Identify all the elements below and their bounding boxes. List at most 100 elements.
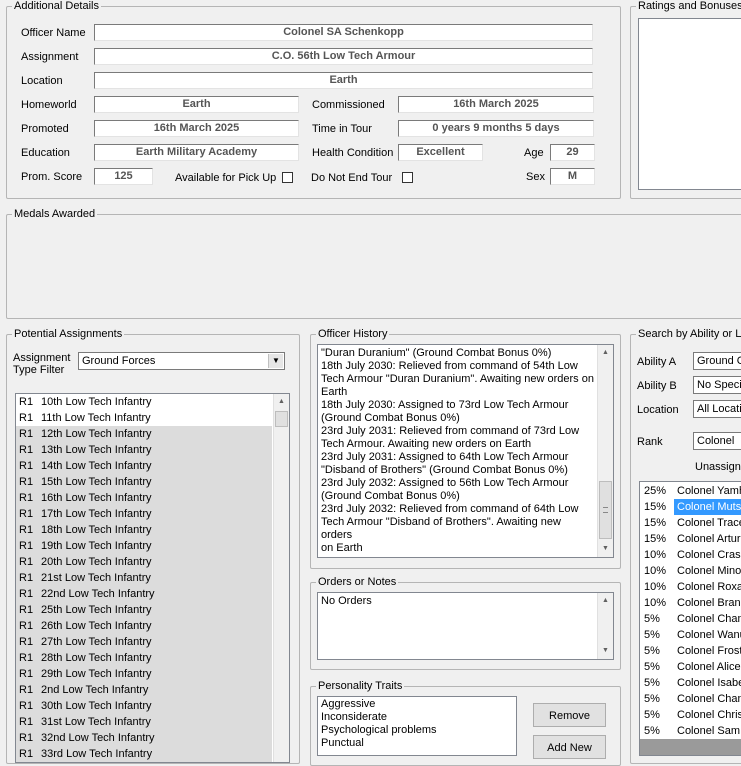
candidate-row[interactable]: 15% Colonel Mutsu [640,499,741,515]
candidate-percent: 10% [644,581,667,593]
assignment-name: 11th Low Tech Infantry [41,412,151,424]
candidate-row[interactable]: 5% Colonel Chang [640,691,741,707]
assignment-row[interactable]: R1 2nd Low Tech Infantry [16,682,272,698]
assignment-row[interactable]: R1 14th Low Tech Infantry [16,458,272,474]
candidate-row[interactable]: 10% Colonel Crass [640,547,741,563]
trait-item[interactable]: Inconsiderate [319,711,437,724]
rank-select[interactable]: Colonel [693,432,741,450]
assignment-row[interactable]: R1 28th Low Tech Infantry [16,650,272,666]
assignment-row[interactable]: R1 11th Low Tech Infantry [16,410,272,426]
assignment-code: R1 [19,636,34,648]
potential-assignments-list[interactable]: R1 10th Low Tech Infantry R1 11th Low Tech … [15,393,290,763]
promoted-field: 16th March 2025 [94,120,299,137]
assignment-code: R1 [19,604,34,616]
trait-item[interactable]: Aggressive [319,698,437,711]
scroll-up-icon[interactable]: ▲ [598,345,613,361]
location-label: Location [21,75,63,87]
assignment-row[interactable]: R1 15th Low Tech Infantry [16,474,272,490]
candidate-name: Colonel Wanu [677,629,741,641]
assignment-type-filter[interactable]: Ground Forces ▼ [78,352,285,370]
ability-b-value: No Speci [697,379,741,391]
not-end-tour-label: Do Not End Tour [311,172,393,184]
assignment-row[interactable]: R1 33rd Low Tech Infantry [16,746,272,762]
scroll-up-icon[interactable]: ▲ [274,394,289,410]
ratings-list[interactable] [638,18,741,190]
candidate-list[interactable]: 25% Colonel Yamh 15% Colonel Mutsu 15% Colone… [639,481,741,756]
assignment-name: 22nd Low Tech Infantry [41,588,155,600]
assignment-row[interactable]: R1 18th Low Tech Infantry [16,522,272,538]
commissioned-field: 16th March 2025 [398,96,594,113]
homeworld-field: Earth [94,96,299,113]
assignment-row[interactable]: R1 16th Low Tech Infantry [16,490,272,506]
candidate-name: Colonel Chang [677,693,741,705]
assignment-row[interactable]: R1 13th Low Tech Infantry [16,442,272,458]
candidate-row[interactable]: 5% Colonel Isabe [640,675,741,691]
candidate-percent: 5% [644,693,660,705]
time-in-tour-label: Time in Tour [312,123,372,135]
assignment-row[interactable]: R1 25th Low Tech Infantry [16,602,272,618]
search-location-select[interactable]: All Locatio [693,400,741,418]
trait-item[interactable]: Punctual [319,737,437,750]
trait-item[interactable]: Psychological problems [319,724,437,737]
candidate-row[interactable]: 10% Colonel Roxar [640,579,741,595]
ratings-group: Ratings and Bonuses [630,0,741,199]
assignments-scrollbar[interactable]: ▲ [273,394,289,762]
officer-history-title: Officer History [316,328,390,341]
add-new-trait-button[interactable]: Add New [533,735,606,759]
candidate-row[interactable]: 25% Colonel Yamh [640,483,741,499]
search-location-label: Location [637,404,679,416]
history-scrollbar[interactable]: ▲ ▼ [597,345,613,557]
candidate-row[interactable]: 5% Colonel Alice [640,659,741,675]
pickup-checkbox[interactable] [282,172,293,183]
assignment-field: C.O. 56th Low Tech Armour [94,48,593,65]
assignment-row[interactable]: R1 17th Low Tech Infantry [16,506,272,522]
assignment-row[interactable]: R1 31st Low Tech Infantry [16,714,272,730]
assignment-name: 28th Low Tech Infantry [41,652,152,664]
candidate-name: Colonel Crass [677,549,741,561]
candidate-name: Colonel Isabe [677,677,741,689]
scroll-down-icon[interactable]: ▼ [598,541,613,557]
assignment-row[interactable]: R1 12th Low Tech Infantry [16,426,272,442]
remove-trait-button[interactable]: Remove [533,703,606,727]
assignment-row[interactable]: R1 10th Low Tech Infantry [16,394,272,410]
candidate-row[interactable]: 5% Colonel Wanu [640,627,741,643]
candidate-percent: 5% [644,629,660,641]
scroll-thumb[interactable] [275,411,288,427]
officer-history-text[interactable]: "Duran Duranium" (Ground Combat Bonus 0%… [317,344,614,558]
candidate-row[interactable]: 5% Colonel Cham [640,611,741,627]
assignment-row[interactable]: R1 32nd Low Tech Infantry [16,730,272,746]
assignment-row[interactable]: R1 27th Low Tech Infantry [16,634,272,650]
candidate-percent: 5% [644,677,660,689]
candidate-row[interactable]: 5% Colonel Sam B [640,723,741,739]
candidate-row[interactable]: 10% Colonel Minor [640,563,741,579]
assignment-row[interactable]: R1 21st Low Tech Infantry [16,570,272,586]
orders-textarea[interactable]: No Orders ▲ ▼ [317,592,614,660]
orders-text: No Orders [321,595,372,607]
scroll-up-icon[interactable]: ▲ [598,593,613,609]
personality-traits-list[interactable]: Aggressive Inconsiderate Psychological pro… [317,696,517,756]
scroll-down-icon[interactable]: ▼ [598,643,613,659]
ability-a-select[interactable]: Ground C [693,352,741,370]
assignment-name: 17th Low Tech Infantry [41,508,152,520]
candidate-row[interactable]: 15% Colonel Trace [640,515,741,531]
candidate-row[interactable]: 10% Colonel Brand [640,595,741,611]
additional-details-title: Additional Details [12,0,101,13]
candidate-row[interactable]: 5% Colonel Christ [640,707,741,723]
assignment-row[interactable]: R1 30th Low Tech Infantry [16,698,272,714]
assignment-row[interactable]: R1 22nd Low Tech Infantry [16,586,272,602]
assignment-row[interactable]: R1 19th Low Tech Infantry [16,538,272,554]
candidate-row[interactable]: 15% Colonel Arturo [640,531,741,547]
assignment-row[interactable]: R1 26th Low Tech Infantry [16,618,272,634]
candidate-row[interactable]: 5% Colonel Froste [640,643,741,659]
assignment-filter-label-1: Assignment [13,352,71,364]
ability-b-select[interactable]: No Speci [693,376,741,394]
chevron-down-icon[interactable]: ▼ [268,354,283,368]
scroll-thumb[interactable] [599,481,612,539]
orders-scrollbar[interactable]: ▲ ▼ [597,593,613,659]
not-end-tour-checkbox[interactable] [402,172,413,183]
sex-field: M [550,168,595,185]
assignment-row[interactable]: R1 20th Low Tech Infantry [16,554,272,570]
candidate-name: Colonel Cham [677,613,741,625]
assignment-row[interactable]: R1 29th Low Tech Infantry [16,666,272,682]
assignment-code: R1 [19,652,34,664]
